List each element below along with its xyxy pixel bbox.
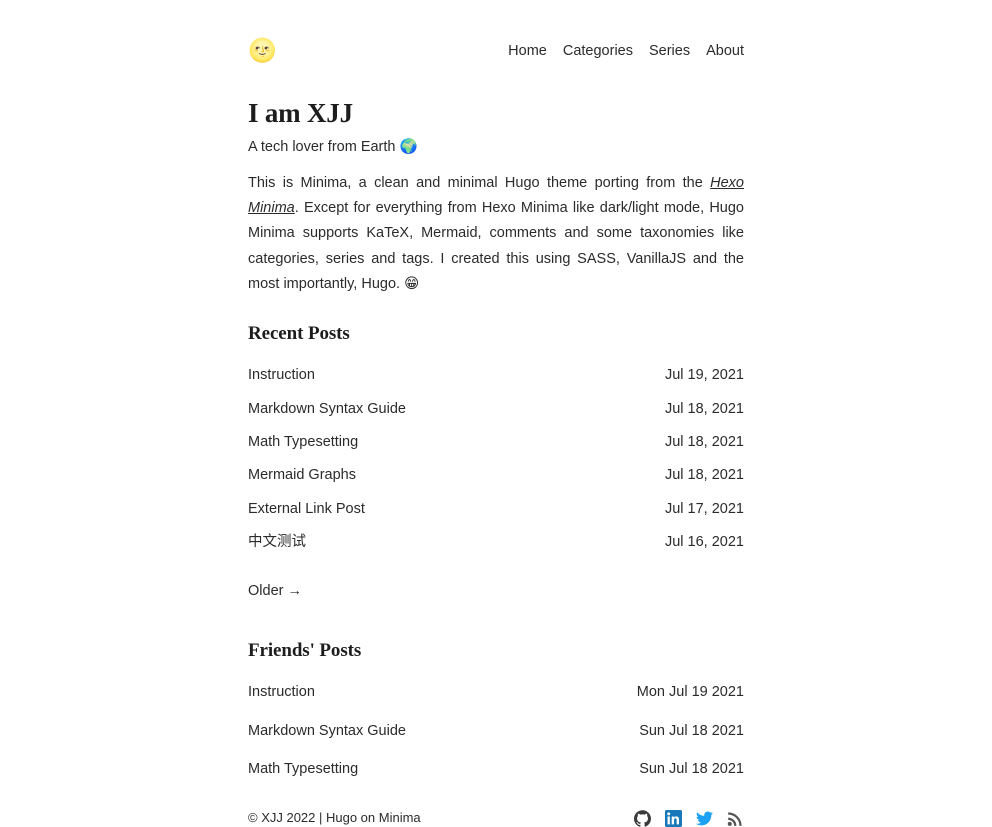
- post-title-link[interactable]: External Link Post: [248, 499, 365, 519]
- intro-text-before-link: This is Minima, a clean and minimal Hugo…: [248, 174, 711, 191]
- earth-globe-icon: 🌍: [399, 139, 418, 156]
- friends-posts-list: Instruction Mon Jul 19 2021 Markdown Syn…: [248, 682, 744, 779]
- post-title-link[interactable]: Instruction: [248, 365, 315, 385]
- friend-post-title-link[interactable]: Math Typesetting: [248, 759, 358, 779]
- recent-posts-section: Recent Posts Instruction Jul 19, 2021 Ma…: [248, 323, 744, 600]
- list-item: Math Typesetting Jul 18, 2021: [248, 432, 744, 452]
- post-date: Jul 18, 2021: [664, 434, 744, 451]
- post-title-link[interactable]: Math Typesetting: [248, 432, 358, 452]
- recent-posts-list: Instruction Jul 19, 2021 Markdown Syntax…: [248, 365, 744, 552]
- site-header: 🌝 Home Categories Series About: [248, 34, 744, 68]
- list-item: Instruction Jul 19, 2021: [248, 365, 744, 385]
- moon-face-logo-icon[interactable]: 🌝: [248, 39, 277, 63]
- site-footer: © XJJ 2022 | Hugo on Minima: [248, 805, 744, 827]
- subtitle-text: A tech lover from Earth: [248, 139, 396, 156]
- friend-post-date: Sun Jul 18 2021: [639, 722, 744, 739]
- twitter-link[interactable]: [696, 810, 713, 827]
- linkedin-icon: [665, 809, 682, 827]
- nav-item-home[interactable]: Home: [508, 44, 547, 59]
- list-item: 中文测试 Jul 16, 2021: [248, 532, 744, 552]
- rss-link[interactable]: [727, 810, 744, 827]
- older-posts-link[interactable]: Older →: [248, 583, 302, 599]
- intro-paragraph: This is Minima, a clean and minimal Hugo…: [248, 171, 744, 298]
- friend-post-title-link[interactable]: Instruction: [248, 682, 315, 702]
- post-date: Jul 18, 2021: [664, 400, 744, 417]
- page-subtitle: A tech lover from Earth 🌍: [248, 138, 744, 158]
- list-item: Markdown Syntax Guide Jul 18, 2021: [248, 399, 744, 419]
- post-title-link[interactable]: Markdown Syntax Guide: [248, 399, 406, 419]
- friend-post-date: Mon Jul 19 2021: [636, 684, 744, 701]
- list-item: Instruction Mon Jul 19 2021: [248, 682, 744, 702]
- page-container: 🌝 Home Categories Series About I am XJJ …: [248, 0, 744, 827]
- social-links: [634, 809, 744, 827]
- list-item: External Link Post Jul 17, 2021: [248, 499, 744, 519]
- grinning-face-icon: 😁: [404, 276, 420, 293]
- friends-posts-section: Friends' Posts Instruction Mon Jul 19 20…: [248, 640, 744, 779]
- friends-posts-heading: Friends' Posts: [248, 640, 362, 662]
- list-item: Markdown Syntax Guide Sun Jul 18 2021: [248, 721, 744, 741]
- nav-item-about[interactable]: About: [706, 44, 744, 59]
- nav-item-series[interactable]: Series: [649, 44, 690, 59]
- recent-posts-heading: Recent Posts: [248, 323, 350, 345]
- post-date: Jul 19, 2021: [664, 367, 744, 384]
- copyright-text: © XJJ 2022 | Hugo on Minima: [248, 810, 421, 826]
- main-navigation: Home Categories Series About: [508, 44, 744, 59]
- github-icon: [634, 809, 651, 827]
- rss-icon: [727, 812, 742, 826]
- post-title-link[interactable]: Mermaid Graphs: [248, 465, 356, 485]
- github-link[interactable]: [634, 809, 651, 827]
- linkedin-link[interactable]: [665, 809, 682, 827]
- nav-item-categories[interactable]: Categories: [563, 44, 633, 59]
- post-date: Jul 17, 2021: [664, 500, 744, 517]
- friend-post-title-link[interactable]: Markdown Syntax Guide: [248, 721, 406, 741]
- post-title-link[interactable]: 中文测试: [248, 532, 306, 552]
- intro-text-after-link: . Except for everything from Hexo Minima…: [248, 199, 744, 293]
- list-item: Mermaid Graphs Jul 18, 2021: [248, 465, 744, 485]
- page-title: I am XJJ: [248, 98, 353, 128]
- twitter-icon: [696, 811, 713, 826]
- friend-post-date: Sun Jul 18 2021: [639, 760, 744, 777]
- post-date: Jul 16, 2021: [664, 533, 744, 550]
- post-date: Jul 18, 2021: [664, 467, 744, 484]
- list-item: Math Typesetting Sun Jul 18 2021: [248, 759, 744, 779]
